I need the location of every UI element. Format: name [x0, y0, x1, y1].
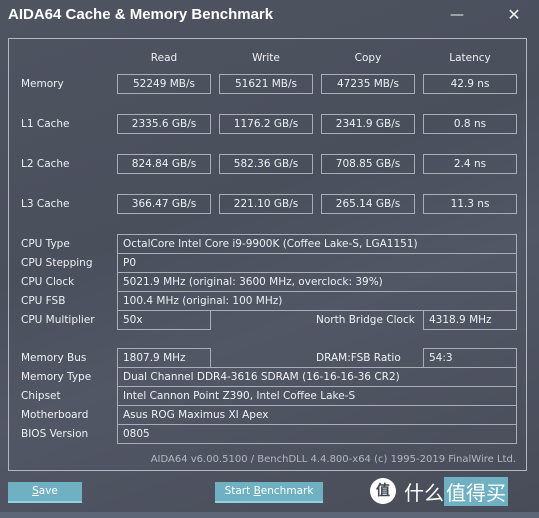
minimize-icon[interactable]: — — [443, 4, 471, 26]
row-label-l1-cache: L1 Cache — [21, 118, 70, 130]
motherboard-value: Asus ROG Maximus XI Apex — [117, 405, 517, 425]
bench-label-rest: enchmark — [260, 485, 314, 497]
bios-version-value: 0805 — [117, 424, 517, 444]
bench-accelerator: B — [253, 485, 261, 497]
save-label-rest: ave — [38, 485, 58, 497]
row-label-memory: Memory — [21, 78, 64, 90]
chipset-label: Chipset — [21, 390, 61, 402]
l2-write-value: 582.36 GB/s — [219, 154, 313, 174]
cpu-type-value: OctalCore Intel Core i9-9900K (Coffee La… — [117, 234, 517, 254]
cpu-stepping-label: CPU Stepping — [21, 257, 93, 269]
start-benchmark-button[interactable]: Start Benchmark — [215, 482, 323, 503]
l2-read-value: 824.84 GB/s — [117, 154, 211, 174]
memory-write-value: 51621 MB/s — [219, 74, 313, 94]
column-header-copy: Copy — [354, 52, 382, 64]
dram-fsb-ratio-label: DRAM:FSB Ratio — [316, 352, 401, 364]
cpu-multiplier-label: CPU Multiplier — [21, 314, 95, 326]
column-header-write: Write — [252, 52, 280, 64]
version-copyright-text: AIDA64 v6.00.5100 / BenchDLL 4.4.800-x64… — [150, 454, 516, 465]
l1-latency-value: 0.8 ns — [423, 114, 517, 134]
bottom-strip — [0, 512, 539, 518]
cpu-fsb-value: 100.4 MHz (original: 100 MHz) — [117, 291, 517, 311]
watermark-badge-icon: 值 — [370, 478, 396, 504]
row-label-l2-cache: L2 Cache — [21, 158, 70, 170]
cpu-clock-value: 5021.9 MHz (original: 3600 MHz, overcloc… — [117, 272, 517, 292]
l3-write-value: 221.10 GB/s — [219, 194, 313, 214]
save-button[interactable]: Save — [8, 482, 82, 503]
title-bar: AIDA64 Cache & Memory Benchmark — ✕ — [0, 0, 539, 36]
l1-write-value: 1176.2 GB/s — [219, 114, 313, 134]
cpu-type-label: CPU Type — [21, 238, 70, 250]
l3-copy-value: 265.14 GB/s — [321, 194, 415, 214]
column-header-read: Read — [150, 52, 178, 64]
cpu-stepping-value: P0 — [117, 253, 517, 273]
cpu-clock-label: CPU Clock — [21, 276, 75, 288]
north-bridge-clock-label: North Bridge Clock — [316, 314, 415, 326]
l1-copy-value: 2341.9 GB/s — [321, 114, 415, 134]
memory-latency-value: 42.9 ns — [423, 74, 517, 94]
memory-type-label: Memory Type — [21, 371, 92, 383]
watermark-text: 什么 — [404, 480, 444, 505]
watermark-text-highlight: 值得买 — [444, 476, 508, 506]
close-icon[interactable]: ✕ — [500, 4, 528, 26]
memory-bus-label: Memory Bus — [21, 352, 87, 364]
motherboard-label: Motherboard — [21, 409, 89, 421]
l2-latency-value: 2.4 ns — [423, 154, 517, 174]
l2-copy-value: 708.85 GB/s — [321, 154, 415, 174]
l3-read-value: 366.47 GB/s — [117, 194, 211, 214]
bench-label-prefix: Start — [224, 485, 254, 497]
row-label-l3-cache: L3 Cache — [21, 198, 70, 210]
memory-copy-value: 47235 MB/s — [321, 74, 415, 94]
watermark: 值 什么 值得买 — [370, 476, 508, 506]
memory-bus-value: 1807.9 MHz — [117, 348, 211, 368]
bios-version-label: BIOS Version — [21, 428, 89, 440]
cpu-multiplier-value: 50x — [117, 310, 211, 330]
dram-fsb-ratio-value: 54:3 — [423, 348, 517, 368]
l1-read-value: 2335.6 GB/s — [117, 114, 211, 134]
l3-latency-value: 11.3 ns — [423, 194, 517, 214]
window-title: AIDA64 Cache & Memory Benchmark — [8, 6, 274, 23]
column-header-latency: Latency — [449, 52, 491, 64]
memory-read-value: 52249 MB/s — [117, 74, 211, 94]
memory-type-value: Dual Channel DDR4-3616 SDRAM (16-16-16-3… — [117, 367, 517, 387]
chipset-value: Intel Cannon Point Z390, Intel Coffee La… — [117, 386, 517, 406]
north-bridge-clock-value: 4318.9 MHz — [423, 310, 517, 330]
save-accelerator: S — [32, 485, 39, 497]
cpu-fsb-label: CPU FSB — [21, 295, 66, 307]
